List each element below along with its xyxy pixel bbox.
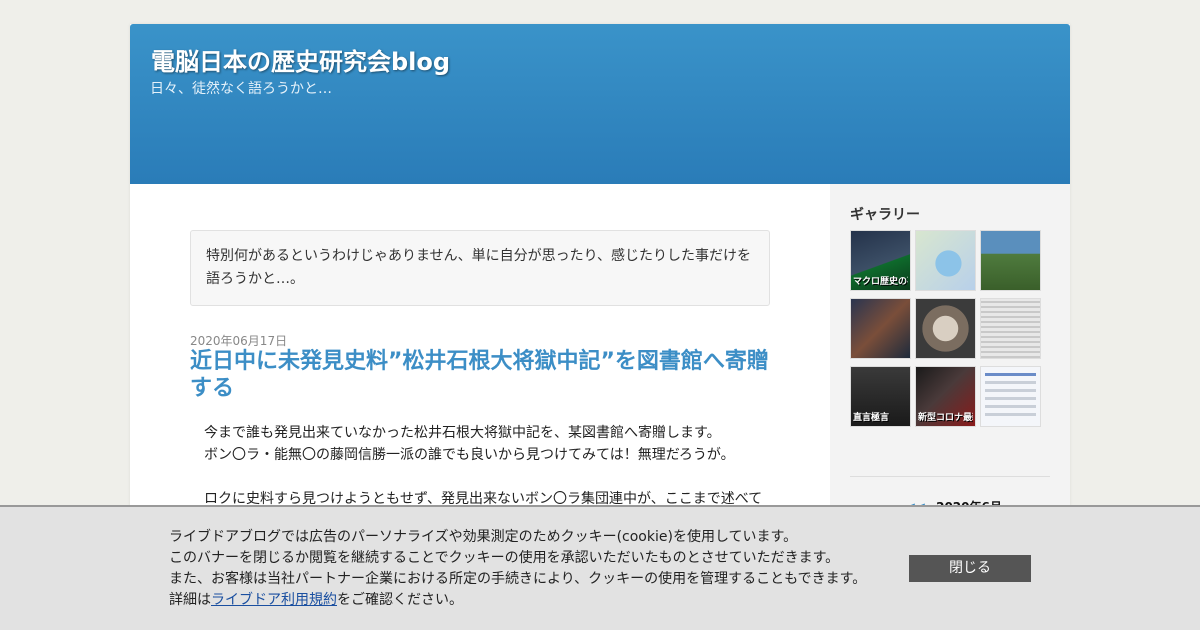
article-body: 今まで誰も発見出来ていなかった松井石根大将獄中記を、某図書館へ寄贈します。 ボン…	[204, 422, 774, 510]
gallery-thumb-caption: 直言極言	[853, 413, 890, 423]
gallery-thumb-caption: 新型コロナ最新の対策方	[918, 413, 973, 423]
sidebar-divider	[850, 476, 1050, 477]
cookie-line: ライブドアブログでは広告のパーソナライズや効果測定のためクッキー(cookie)…	[169, 529, 798, 545]
gallery-thumb[interactable]	[915, 230, 976, 291]
article-spacer	[204, 466, 774, 488]
cookie-line: また、お客様は当社パートナー企業における所定の手続きにより、クッキーの使用を管理…	[169, 571, 867, 587]
gallery-thumb[interactable]	[915, 298, 976, 359]
gallery-thumb[interactable]	[980, 298, 1041, 359]
cookie-banner: ライブドアブログでは広告のパーソナライズや効果測定のためクッキー(cookie)…	[0, 505, 1200, 630]
article-line: 今まで誰も発見出来ていなかった松井石根大将獄中記を、某図書館へ寄贈します。	[204, 425, 721, 441]
gallery-title: ギャラリー	[850, 207, 920, 223]
gallery-thumb[interactable]	[850, 298, 911, 359]
cookie-line: 詳細はライブドア利用規約をご確認ください。	[169, 590, 866, 611]
gallery-thumb[interactable]: 直言極言	[850, 366, 911, 427]
blog-title[interactable]: 電脳日本の歴史研究会blog	[151, 42, 450, 77]
blog-description: 日々、徒然なく語ろうかと…	[150, 81, 332, 97]
gallery-thumb[interactable]: マクロ歴史の事件を立証	[850, 230, 911, 291]
gallery-grid: マクロ歴史の事件を立証 直言極言 新型コロナ最新の対策方	[850, 230, 1046, 427]
gallery-thumb[interactable]: 新型コロナ最新の対策方	[915, 366, 976, 427]
intro-box: 特別何があるというわけじゃありません、単に自分が思ったり、感じたりした事だけを語…	[190, 230, 770, 306]
gallery-thumb[interactable]	[980, 230, 1041, 291]
cookie-close-button[interactable]: 閉じる	[909, 555, 1031, 582]
article-line: ボン〇ラ・能無〇の藤岡信勝一派の誰でも良いから見つけてみては！無理だろうが。	[204, 447, 735, 463]
article-date: 2020年06月17日	[190, 334, 288, 348]
cookie-detail-prefix: 詳細は	[169, 592, 211, 608]
gallery-thumb-caption: マクロ歴史の事件を立証	[853, 277, 908, 287]
article-title[interactable]: 近日中に未発見史料”松井石根大将獄中記”を図書館へ寄贈する	[190, 348, 775, 402]
cookie-detail-suffix: をご確認ください。	[337, 592, 463, 608]
gallery-thumb[interactable]	[980, 366, 1041, 427]
cookie-line: このバナーを閉じるか閲覧を継続することでクッキーの使用を承認いただいたものとさせ…	[169, 550, 840, 566]
terms-link[interactable]: ライブドア利用規約	[211, 592, 337, 608]
cookie-text: ライブドアブログでは広告のパーソナライズや効果測定のためクッキー(cookie)…	[169, 527, 866, 611]
blog-header: 電脳日本の歴史研究会blog 日々、徒然なく語ろうかと…	[130, 24, 1070, 184]
